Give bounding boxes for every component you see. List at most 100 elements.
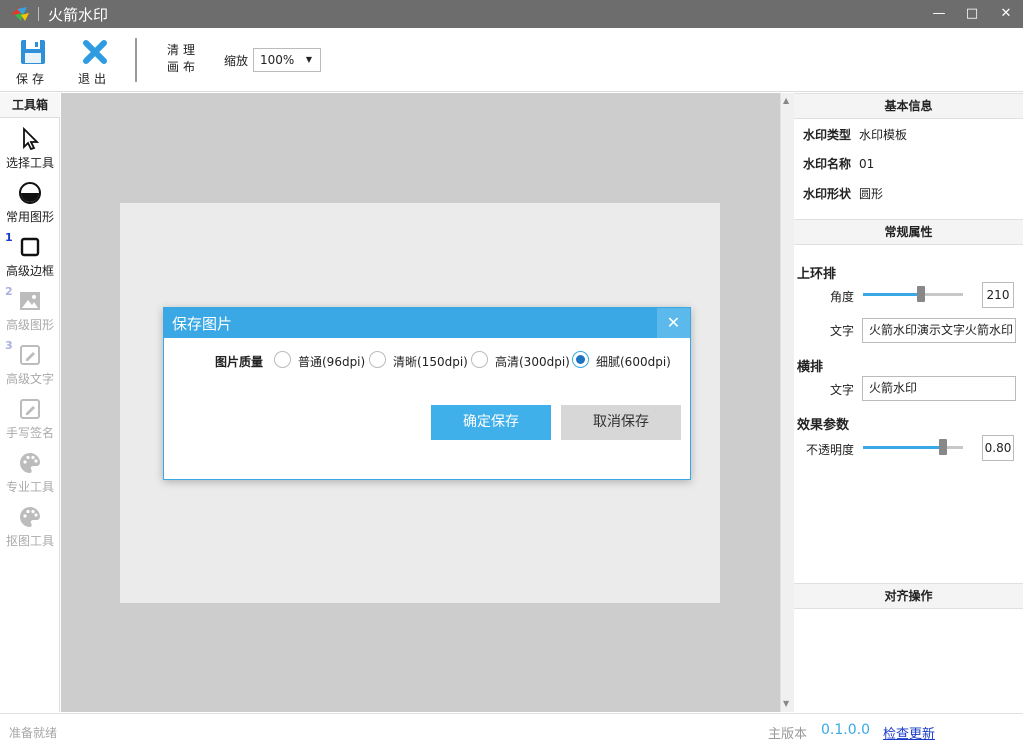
window-title: 火箭水印 (48, 6, 109, 24)
minimize-icon[interactable]: — (929, 4, 949, 24)
watermark-name-row: 水印名称 01 (803, 155, 874, 172)
image-icon (20, 292, 40, 310)
cancel-save-button[interactable]: 取消保存 (561, 405, 681, 440)
angle-slider-fill (863, 293, 921, 296)
toolbox-title: 工具箱 (0, 93, 60, 118)
watermark-name-value: 01 (859, 157, 875, 171)
angle-input[interactable]: 210 (982, 282, 1014, 308)
title-separator (38, 7, 39, 21)
clear-label-line2: 画布 (166, 60, 199, 74)
exit-x-icon (83, 40, 107, 64)
exit-label: 退出 (77, 72, 110, 86)
watermark-shape-label: 水印形状 (803, 187, 852, 201)
tool-label: 高级文字 (5, 372, 54, 386)
watermark-shape-row: 水印形状 圆形 (803, 185, 883, 202)
horizontal-section-title: 横排 (797, 360, 824, 375)
edit-text-icon (20, 345, 40, 365)
properties-panel: 基本信息 水印类型 水印模板 水印名称 01 水印形状 圆形 常规属性 上环排 角度 … (794, 93, 1023, 712)
tool-label: 高级边框 (5, 264, 54, 278)
opacity-slider-thumb[interactable] (939, 439, 947, 455)
zoom-label: 缩放 (224, 54, 249, 68)
tool-label: 高级图形 (5, 318, 54, 332)
tool-number: 1 (5, 231, 13, 244)
zoom-value: 100% (260, 53, 295, 67)
toolbox: 工具箱 选择工具 常用图形 1 高级边框 2 高级图形 3 高级文字 手写签名 … (0, 93, 60, 712)
watermark-shape-value: 圆形 (859, 187, 884, 201)
general-properties-header: 常规属性 (794, 219, 1023, 245)
opacity-label: 不透明度 (805, 443, 854, 457)
radio-circle[interactable] (274, 351, 291, 368)
radio-label: 普通(96dpi) (298, 355, 366, 369)
check-update-link[interactable]: 检查更新 (883, 723, 935, 742)
status-bar: 准备就绪 主版本 0.1.0.0 检查更新 (0, 713, 1023, 745)
watermark-type-row: 水印类型 水印模板 (803, 126, 907, 143)
tool-select[interactable]: 选择工具 (0, 121, 60, 173)
watermark-type-value: 水印模板 (859, 128, 908, 142)
ring-text-label: 文字 (829, 324, 854, 338)
tool-label: 选择工具 (5, 156, 54, 170)
tool-advanced-border[interactable]: 1 高级边框 (0, 229, 60, 281)
cursor-arrow-icon (23, 127, 40, 151)
align-header: 对齐操作 (794, 583, 1023, 609)
square-border-icon (20, 237, 40, 257)
palette-icon (20, 452, 40, 473)
horizontal-text-label: 文字 (829, 383, 854, 397)
tool-common-shapes[interactable]: 常用图形 (0, 175, 60, 227)
clear-canvas-button[interactable]: 清理 画布 (165, 42, 201, 78)
toolbar-divider (135, 38, 137, 82)
dialog-title: 保存图片 (172, 315, 233, 333)
ring-text-input[interactable]: 火箭水印演示文字火箭水印 (862, 318, 1016, 343)
ring-section-title: 上环排 (797, 267, 837, 282)
tool-professional[interactable]: 专业工具 (0, 445, 60, 497)
tool-label: 抠图工具 (5, 534, 54, 548)
scroll-down-icon[interactable]: ▼ (783, 699, 789, 708)
angle-slider[interactable] (863, 286, 963, 302)
save-disk-icon (21, 40, 45, 64)
opacity-input[interactable]: 0.80 (982, 435, 1014, 461)
exit-button[interactable]: 退出 (69, 28, 119, 90)
radio-circle[interactable] (369, 351, 386, 368)
version-label: 主版本 (768, 727, 808, 742)
scroll-up-icon[interactable]: ▲ (783, 96, 789, 105)
save-button[interactable]: 保存 (7, 28, 57, 90)
horizontal-text-input[interactable]: 火箭水印 (862, 376, 1016, 401)
close-icon[interactable]: ✕ (996, 4, 1016, 24)
version-value: 0.1.0.0 (821, 722, 870, 738)
angle-label: 角度 (829, 290, 854, 304)
tool-advanced-shapes[interactable]: 2 高级图形 (0, 283, 60, 335)
palette-icon (20, 506, 40, 527)
vertical-scrollbar[interactable]: ▲ ▼ (780, 93, 794, 712)
tool-number: 2 (5, 285, 13, 298)
opacity-slider-fill (863, 446, 943, 449)
opacity-slider[interactable] (863, 439, 963, 455)
tool-label: 手写签名 (5, 426, 54, 440)
maximize-icon[interactable]: □ (962, 4, 982, 24)
shape-circle-icon (19, 182, 41, 204)
basic-info-header: 基本信息 (794, 93, 1023, 119)
radio-circle[interactable] (471, 351, 488, 368)
radio-circle[interactable] (572, 351, 589, 368)
signature-pen-icon (20, 399, 40, 419)
tool-cutout[interactable]: 抠图工具 (0, 499, 60, 551)
radio-label: 高清(300dpi) (495, 355, 570, 369)
quality-label: 图片质量 (215, 355, 264, 369)
dialog-title-bar: 保存图片 ✕ (164, 308, 690, 338)
tool-label: 常用图形 (5, 210, 54, 224)
status-text: 准备就绪 (9, 726, 58, 740)
tool-advanced-text[interactable]: 3 高级文字 (0, 337, 60, 389)
angle-slider-thumb[interactable] (917, 286, 925, 302)
dialog-close-icon[interactable]: ✕ (657, 308, 690, 338)
save-image-dialog: 保存图片 ✕ 图片质量 普通(96dpi) 清晰(150dpi) 高清(300d… (163, 307, 691, 480)
tool-handwritten-signature[interactable]: 手写签名 (0, 391, 60, 443)
main-toolbar: 保存 退出 清理 画布 缩放 100% ▼ (0, 28, 1023, 92)
dropdown-caret-icon: ▼ (305, 55, 312, 64)
confirm-save-button[interactable]: 确定保存 (431, 405, 551, 440)
tool-label: 专业工具 (5, 480, 54, 494)
radio-label: 清晰(150dpi) (393, 355, 468, 369)
title-bar: 火箭水印 — □ ✕ (0, 0, 1023, 28)
radio-label: 细腻(600dpi) (596, 355, 671, 369)
save-label: 保存 (15, 72, 48, 86)
watermark-name-label: 水印名称 (803, 157, 852, 171)
zoom-select[interactable]: 100% ▼ (253, 48, 321, 72)
tool-number: 3 (5, 339, 13, 352)
